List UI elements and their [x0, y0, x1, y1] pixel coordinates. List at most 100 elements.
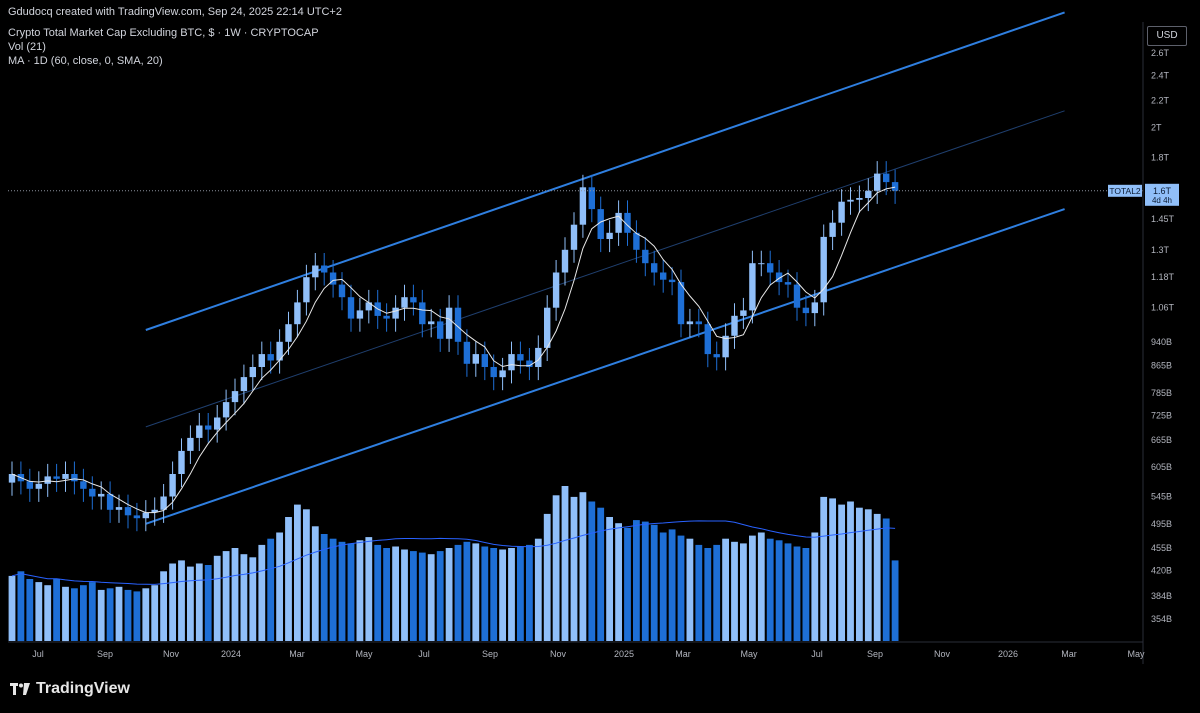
volume-bar: [686, 538, 694, 641]
candle-body: [686, 321, 694, 325]
volume-bar: [695, 544, 703, 641]
candle-body: [294, 302, 301, 325]
volume-bar: [526, 544, 533, 641]
candle: [321, 253, 328, 286]
candle: [419, 289, 426, 338]
volume-bar: [213, 555, 221, 642]
candle: [347, 284, 355, 332]
candle-body: [338, 284, 346, 298]
volume-bar: [151, 585, 159, 641]
chart-title[interactable]: Crypto Total Market Cap Excluding BTC, $…: [8, 27, 319, 39]
volume-bar: [160, 571, 167, 642]
candle: [142, 500, 149, 532]
candle-body: [820, 236, 827, 303]
candle: [294, 289, 301, 338]
volume-bar: [88, 582, 96, 641]
volume-bar: [490, 548, 498, 641]
price-tick-label: 785B: [1151, 388, 1172, 398]
volume-bar: [543, 513, 551, 641]
price-tick-label: 1.06T: [1151, 303, 1175, 313]
candle: [26, 468, 33, 502]
candle: [731, 303, 738, 349]
candle-body: [133, 515, 141, 519]
volume-bar: [704, 548, 712, 641]
volume-bar: [561, 486, 569, 641]
price-tag-countdown: 4d 4h: [1152, 196, 1172, 205]
candle-body: [80, 481, 87, 489]
time-tick-label: Jul: [811, 649, 823, 659]
candle: [196, 413, 203, 451]
volume-bar: [338, 541, 346, 641]
candle: [597, 196, 604, 253]
tradingview-logo[interactable]: TradingView: [10, 680, 130, 698]
candle-body: [124, 507, 132, 516]
candle: [651, 250, 658, 286]
volume-bar: [392, 546, 399, 641]
volume-bar: [811, 532, 819, 641]
volume-bar: [820, 496, 828, 642]
chart-area[interactable]: 2.6T 2.4T 2.2T 2T 1.8T 1.45T 1.3T 1.18T 1.06T 940…: [0, 0, 1200, 713]
candle-body: [838, 201, 845, 223]
channel-mid: [145, 110, 1065, 428]
candle-body: [392, 307, 399, 319]
candle-body: [222, 402, 230, 418]
ma-legend[interactable]: MA · 1D (60, close, 0, SMA, 20): [8, 55, 163, 67]
candle: [606, 220, 613, 253]
volume-bar: [802, 548, 810, 641]
candle: [847, 187, 854, 215]
candle-body: [44, 476, 51, 484]
volume-bar: [436, 551, 444, 641]
volume-bar: [856, 507, 863, 641]
candle: [428, 308, 435, 338]
candle: [124, 494, 132, 529]
volume-bar: [731, 541, 738, 641]
candle-body: [26, 481, 33, 489]
candle-body: [53, 476, 60, 479]
price-tick-label: 2.6T: [1151, 48, 1170, 58]
price-tick-label: 2T: [1151, 123, 1162, 133]
volume-bar: [624, 527, 631, 641]
volume-bar: [401, 549, 408, 641]
candle-body: [169, 474, 176, 497]
candle-body: [240, 377, 248, 392]
volume-bar: [534, 538, 542, 641]
time-tick-label: Nov: [934, 649, 951, 659]
price-tick-label: 865B: [1151, 360, 1172, 370]
volume-bar: [195, 563, 203, 641]
candle: [133, 502, 141, 532]
volume-bar: [579, 492, 587, 641]
volume-bar: [285, 517, 292, 641]
candle: [205, 413, 212, 443]
candle: [472, 341, 479, 377]
volume-bar: [668, 529, 676, 641]
candle-body: [811, 302, 818, 314]
volume-bar: [311, 526, 319, 641]
currency-button[interactable]: USD: [1147, 26, 1187, 46]
volume-legend[interactable]: Vol (21): [8, 41, 46, 53]
volume-bars: [8, 486, 899, 642]
time-tick-label: Jul: [32, 649, 44, 659]
price-tick-label: 1.18T: [1151, 272, 1175, 282]
volume-bar: [499, 549, 506, 641]
candle-body: [401, 297, 408, 308]
channel-upper: [145, 11, 1065, 331]
volume-bar: [222, 551, 230, 641]
candle-body: [642, 249, 649, 264]
price-tick-label: 420B: [1151, 566, 1172, 576]
volume-bar: [784, 543, 792, 642]
candle-body: [740, 310, 747, 316]
candle-body: [437, 321, 444, 339]
volume-bar: [847, 501, 854, 641]
candle: [517, 341, 524, 374]
price-tick-label: 1.45T: [1151, 214, 1175, 224]
time-tick-label: Sep: [867, 649, 883, 659]
candle-body: [579, 187, 587, 225]
price-tick-label: 605B: [1151, 462, 1172, 472]
candle: [383, 303, 390, 332]
candle-body: [847, 199, 854, 202]
candle: [267, 341, 274, 374]
price-scale[interactable]: 2.6T 2.4T 2.2T 2T 1.8T 1.45T 1.3T 1.18T 1.06T 940…: [1108, 22, 1179, 664]
candle: [410, 284, 417, 316]
time-axis[interactable]: Jul Sep Nov 2024 Mar May Jul Sep Nov 2025 Mar May Ju…: [8, 641, 1145, 659]
time-tick-label: May: [1127, 649, 1145, 659]
